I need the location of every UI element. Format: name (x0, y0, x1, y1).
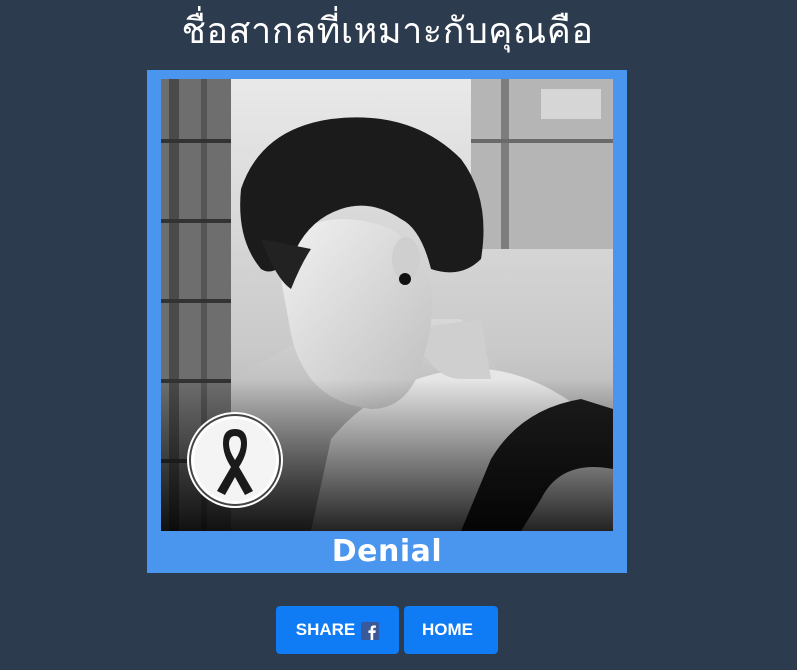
share-button[interactable]: SHARE (276, 606, 399, 654)
result-photo (161, 79, 613, 531)
share-button-label: SHARE (295, 620, 356, 639)
page-title: ชื่อสากลที่เหมาะกับคุณคือ (181, 11, 594, 52)
home-button-label: HOME (422, 620, 473, 639)
home-button[interactable]: HOME (404, 606, 498, 654)
result-card: Denial (147, 70, 627, 573)
facebook-icon (361, 622, 380, 640)
result-name: Denial (331, 534, 443, 569)
mourning-ribbon-icon (187, 412, 283, 508)
